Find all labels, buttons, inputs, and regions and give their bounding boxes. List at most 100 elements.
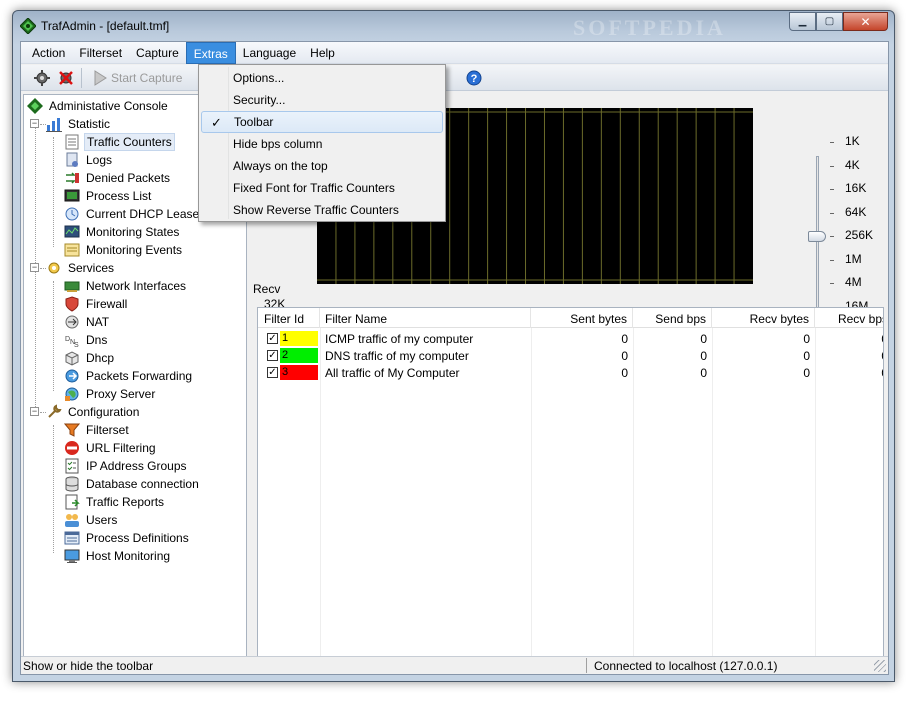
menu-filterset[interactable]: Filterset [72, 42, 129, 64]
filter-name-cell: DNS traffic of my computer [325, 349, 469, 363]
connect-gear-icon[interactable] [33, 69, 51, 87]
maximize-button[interactable]: ▢ [816, 12, 843, 31]
menu-capture[interactable]: Capture [129, 42, 186, 64]
close-button[interactable]: ✕ [843, 12, 888, 31]
client-area: Action Filterset Capture Extras Language… [20, 41, 889, 675]
tree-item-process-list[interactable]: Process List [64, 187, 153, 205]
tree-item-network-interfaces[interactable]: Network Interfaces [64, 277, 188, 295]
scale-label: 1M [845, 251, 862, 266]
column-send-bps[interactable]: Send bps [633, 308, 712, 328]
sent-bytes-cell: 0 [621, 332, 628, 346]
filter-id-cell: 1 [280, 331, 318, 346]
tree-guide [53, 281, 54, 391]
tree-item-traffic-reports[interactable]: Traffic Reports [64, 493, 166, 511]
tree-item-dns[interactable]: DNS Dns [64, 331, 109, 349]
recv-bps-cell: 0 [815, 330, 883, 347]
menu-item-label: Fixed Font for Traffic Counters [233, 181, 395, 195]
menu-item-reverse-counters[interactable]: Show Reverse Traffic Counters [201, 199, 443, 221]
column-filter-id[interactable]: Filter Id [258, 308, 320, 328]
tree-root[interactable]: Administative Console [27, 97, 170, 115]
app-window: TrafAdmin - [default.tmf] SOFTPEDIA ▁ ▢ … [12, 10, 895, 682]
send-bps-cell: 0 [700, 349, 707, 363]
tree-item-dhcp[interactable]: Dhcp [64, 349, 116, 367]
slider-tick [830, 142, 834, 143]
app-logo-icon [20, 18, 36, 34]
menu-language[interactable]: Language [236, 42, 303, 64]
menu-item-options[interactable]: Options... [201, 67, 443, 89]
tree-item-url-filtering[interactable]: URL Filtering [64, 439, 158, 457]
tree-item-users[interactable]: Users [64, 511, 119, 529]
column-filter-name[interactable]: Filter Name [320, 308, 531, 328]
tree-item-firewall[interactable]: Firewall [64, 295, 129, 313]
expander-statistic[interactable]: − [30, 119, 39, 128]
tree-item-packets-forwarding[interactable]: Packets Forwarding [64, 367, 194, 385]
console-icon [27, 98, 43, 114]
recv-label: Recv [253, 282, 281, 296]
logs-icon [66, 152, 78, 167]
menu-item-toolbar[interactable]: ✓ Toolbar [201, 111, 443, 133]
minimize-button[interactable]: ▁ [789, 12, 816, 31]
row-checkbox[interactable]: ✓ [267, 367, 278, 378]
tree-item-logs[interactable]: Logs [64, 151, 114, 169]
services-gear-icon [48, 262, 60, 274]
svg-text:S: S [74, 342, 79, 348]
forwarding-globe-icon [65, 369, 79, 383]
expander-configuration[interactable]: − [30, 407, 39, 416]
menu-item-label: Security... [233, 93, 286, 107]
table-row[interactable]: ✓ 3 All traffic of My Computer 0 0 0 0 [258, 364, 883, 381]
tree-item-traffic-counters[interactable]: Traffic Counters [64, 133, 175, 151]
tree-item-proxy-server[interactable]: Proxy Server [64, 385, 157, 403]
title-bar[interactable]: TrafAdmin - [default.tmf] SOFTPEDIA ▁ ▢ … [13, 11, 894, 41]
help-icon[interactable]: ? [465, 69, 483, 87]
monitor-icon [64, 549, 80, 563]
status-hint: Show or hide the toolbar [23, 659, 154, 673]
sent-bytes-cell: 0 [621, 366, 628, 380]
column-recv-bytes[interactable]: Recv bytes [712, 308, 815, 328]
start-capture-button[interactable]: Start Capture [111, 71, 182, 85]
menu-action[interactable]: Action [25, 42, 72, 64]
no-entry-icon [65, 441, 79, 455]
table-row[interactable]: ✓ 2 DNS traffic of my computer 0 0 0 0 [258, 347, 883, 364]
tree-guide [40, 124, 46, 125]
dhcp-box-icon [65, 351, 79, 366]
tree-guide [53, 137, 54, 247]
tree-item-monitoring-states[interactable]: Monitoring States [64, 223, 181, 241]
tree-item-monitoring-events[interactable]: Monitoring Events [64, 241, 184, 259]
process-definitions-icon [64, 531, 80, 545]
tree-statistic[interactable]: Statistic [46, 115, 112, 133]
svg-text:?: ? [471, 73, 478, 85]
tree-item-dhcp-leases[interactable]: Current DHCP Leases [64, 205, 207, 223]
column-sent-bytes[interactable]: Sent bytes [531, 308, 633, 328]
tree-item-denied-packets[interactable]: Denied Packets [64, 169, 172, 187]
extras-dropdown-menu: Options... Security... ✓ Toolbar Hide bps… [198, 64, 446, 222]
tree-services[interactable]: Services [46, 259, 116, 277]
scale-slider-thumb[interactable] [808, 231, 826, 242]
tree-item-ip-address-groups[interactable]: IP Address Groups [64, 457, 189, 475]
expander-services[interactable]: − [30, 263, 39, 272]
table-header: Filter Id Filter Name Sent bytes Send bp… [258, 308, 883, 328]
play-icon[interactable] [91, 69, 109, 87]
menu-item-security[interactable]: Security... [201, 89, 443, 111]
users-icon [65, 514, 79, 527]
menu-item-always-on-top[interactable]: Always on the top [201, 155, 443, 177]
menu-help[interactable]: Help [303, 42, 342, 64]
column-recv-bps[interactable]: Recv bps [815, 308, 883, 328]
resize-grip[interactable] [874, 660, 886, 672]
menu-item-hide-bps-column[interactable]: Hide bps column [201, 133, 443, 155]
disconnect-icon[interactable] [57, 69, 75, 87]
tree-item-host-monitoring[interactable]: Host Monitoring [64, 547, 172, 565]
tree-item-database-connection[interactable]: Database connection [64, 475, 201, 493]
table-row[interactable]: ✓ 1 ICMP traffic of my computer 0 0 0 0 [258, 330, 883, 347]
scale-label: 64K [845, 204, 867, 219]
row-checkbox[interactable]: ✓ [267, 333, 278, 344]
filter-counters-table: Filter Id Filter Name Sent bytes Send bp… [257, 307, 884, 664]
menu-item-fixed-font[interactable]: Fixed Font for Traffic Counters [201, 177, 443, 199]
tree-item-nat[interactable]: NAT [64, 313, 111, 331]
tree-item-process-definitions[interactable]: Process Definitions [64, 529, 191, 547]
row-checkbox[interactable]: ✓ [267, 350, 278, 361]
scale-label: 16K [845, 181, 867, 195]
tree-item-filterset[interactable]: Filterset [64, 421, 131, 439]
recv-bps-cell: 0 [815, 347, 883, 364]
menu-extras[interactable]: Extras [185, 42, 236, 64]
tree-configuration[interactable]: Configuration [46, 403, 141, 421]
